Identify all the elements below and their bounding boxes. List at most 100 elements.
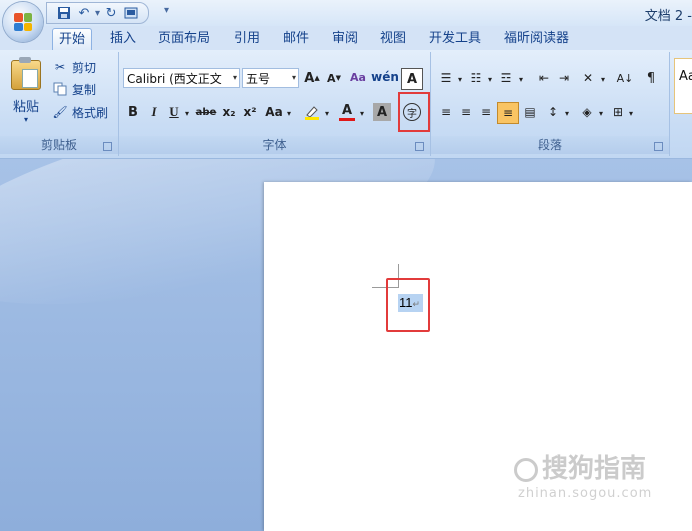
font-color-swatch — [339, 117, 355, 121]
superscript-button[interactable]: x² — [241, 102, 259, 122]
grow-font-button[interactable]: A ▲ — [303, 68, 321, 88]
title-bar: ↶ ▾ ↻ ▾ 文档 2 - — [0, 0, 692, 26]
redo-icon[interactable]: ↻ — [102, 4, 120, 22]
save-icon[interactable] — [55, 4, 73, 22]
sogou-logo-icon — [514, 457, 538, 482]
strikethrough-button[interactable]: abe — [195, 102, 217, 122]
numbering-dropdown-icon[interactable]: ▾ — [486, 69, 494, 89]
font-group-label: 字体 — [119, 136, 430, 154]
borders-dropdown-icon[interactable]: ▾ — [627, 103, 635, 123]
phonetic-guide-icon: wén — [371, 70, 399, 84]
change-case-dropdown-icon[interactable]: ▾ — [285, 103, 293, 123]
font-size-dropdown-icon[interactable]: ▾ — [292, 73, 296, 82]
format-painter-button[interactable]: 🖌 格式刷 — [52, 103, 108, 121]
enclose-characters-highlight-box — [398, 92, 430, 132]
align-left-icon[interactable]: ≡ — [437, 102, 455, 122]
format-painter-label: 格式刷 — [72, 105, 109, 120]
subscript-button[interactable]: x₂ — [220, 102, 238, 122]
increase-indent-icon[interactable]: ⇥ — [555, 68, 573, 88]
decrease-indent-icon[interactable]: ⇤ — [535, 68, 553, 88]
paragraph-group-label: 段落 — [431, 136, 669, 154]
highlight-button[interactable] — [301, 102, 323, 122]
line-spacing-icon[interactable]: ↕ — [543, 102, 563, 122]
chinese-layout-icon[interactable]: ✕ — [577, 68, 599, 88]
selected-text-highlight-box — [386, 278, 430, 332]
shrink-font-button[interactable]: A ▼ — [325, 68, 343, 88]
format-painter-icon: 🖌 — [52, 105, 68, 119]
customize-qat-icon[interactable]: ▾ — [164, 5, 169, 16]
tab-insert[interactable]: 插入 — [104, 28, 142, 50]
bullets-icon[interactable]: ☰ — [437, 68, 455, 88]
character-shading-button[interactable]: A — [373, 103, 391, 121]
underline-dropdown-icon[interactable]: ▾ — [182, 103, 192, 123]
font-size-combo[interactable]: 五号 ▾ — [242, 68, 299, 88]
borders-icon[interactable]: ⊞ — [609, 102, 627, 122]
office-logo-icon — [14, 13, 32, 31]
tab-developer[interactable]: 开发工具 — [423, 28, 487, 50]
distributed-icon[interactable]: ▤ — [521, 102, 539, 122]
tab-references[interactable]: 引用 — [228, 28, 266, 50]
clipboard-group-label: 剪贴板 — [0, 136, 118, 154]
ribbon-tabs: 开始 插入 页面布局 引用 邮件 审阅 视图 开发工具 福昕阅读器 — [0, 26, 692, 51]
ribbon: 粘贴 ▾ ✂ 剪切 复制 🖌 格式刷 剪贴板 Calibri (西文正文 ▾ 五… — [0, 50, 692, 159]
undo-icon[interactable]: ↶ — [75, 4, 93, 22]
highlight-dropdown-icon[interactable]: ▾ — [323, 103, 331, 123]
italic-button[interactable]: I — [147, 102, 161, 122]
align-right-icon[interactable]: ≡ — [477, 102, 495, 122]
document-workspace: 11↵ 搜狗指南 zhinan.sogou.com — [0, 159, 692, 531]
paragraph-launcher-icon[interactable] — [654, 142, 663, 151]
paste-dropdown-icon[interactable]: ▾ — [4, 115, 48, 124]
justify-icon[interactable]: ≡ — [497, 102, 519, 124]
cut-label: 剪切 — [72, 60, 97, 75]
multilevel-dropdown-icon[interactable]: ▾ — [517, 69, 525, 89]
clipboard-launcher-icon[interactable] — [103, 142, 112, 151]
bullets-dropdown-icon[interactable]: ▾ — [456, 69, 464, 89]
change-case-button[interactable]: Aa — [263, 102, 285, 122]
font-name-dropdown-icon[interactable]: ▾ — [233, 73, 237, 82]
clipboard-group: 粘贴 ▾ ✂ 剪切 复制 🖌 格式刷 剪贴板 — [0, 52, 119, 156]
cut-button[interactable]: ✂ 剪切 — [52, 58, 96, 76]
font-launcher-icon[interactable] — [415, 142, 424, 151]
sort-icon[interactable]: A↓ — [615, 68, 635, 88]
window-title: 文档 2 - — [644, 9, 692, 24]
highlighter-icon — [304, 104, 320, 120]
paragraph-group: ☰ ▾ ☷ ▾ ☲ ▾ ⇤ ⇥ ✕ ▾ A↓ ¶ ≡ ≡ ≡ ≡ ▤ ↕ ▾ ◈… — [431, 52, 670, 156]
paste-button[interactable]: 粘贴 ▾ — [4, 57, 48, 126]
tab-review[interactable]: 审阅 — [326, 28, 364, 50]
tab-foxit-reader[interactable]: 福昕阅读器 — [498, 28, 575, 50]
tab-mailings[interactable]: 邮件 — [277, 28, 315, 50]
shading-dropdown-icon[interactable]: ▾ — [597, 103, 605, 123]
font-color-dropdown-icon[interactable]: ▾ — [358, 103, 366, 123]
quick-styles-gallery[interactable]: Aa — [674, 58, 692, 114]
character-border-button[interactable]: A — [401, 68, 423, 90]
document-page[interactable]: 11↵ 搜狗指南 zhinan.sogou.com — [264, 182, 692, 531]
watermark-url: zhinan.sogou.com — [518, 486, 653, 501]
quick-access-toolbar: ↶ ▾ ↻ — [46, 2, 150, 24]
tab-view[interactable]: 视图 — [374, 28, 412, 50]
undo-dropdown-icon[interactable]: ▾ — [95, 8, 100, 19]
underline-button[interactable]: U — [167, 102, 181, 122]
office-button[interactable] — [3, 2, 43, 42]
shading-icon[interactable]: ◈ — [577, 102, 597, 122]
tab-home[interactable]: 开始 — [52, 28, 93, 51]
clear-formatting-icon: Aa — [350, 70, 366, 84]
numbering-icon[interactable]: ☷ — [467, 68, 485, 88]
font-name-combo[interactable]: Calibri (西文正文 ▾ — [123, 68, 240, 88]
scissors-icon: ✂ — [54, 60, 66, 74]
tab-page-layout[interactable]: 页面布局 — [152, 28, 216, 50]
phonetic-guide-button[interactable]: wén — [371, 67, 399, 87]
show-formatting-marks-icon[interactable]: ¶ — [641, 68, 661, 88]
align-center-icon[interactable]: ≡ — [457, 102, 475, 122]
copy-icon — [52, 81, 68, 97]
copy-button[interactable]: 复制 — [52, 80, 96, 98]
multilevel-list-icon[interactable]: ☲ — [497, 68, 515, 88]
font-group: Calibri (西文正文 ▾ 五号 ▾ A ▲ A ▼ Aa wén A B I … — [119, 52, 431, 156]
clear-formatting-button[interactable]: Aa — [347, 67, 369, 87]
chinese-layout-dropdown-icon[interactable]: ▾ — [599, 69, 607, 89]
line-spacing-dropdown-icon[interactable]: ▾ — [563, 103, 571, 123]
paste-icon — [11, 57, 41, 90]
font-color-button[interactable]: A — [337, 102, 357, 122]
bold-button[interactable]: B — [125, 102, 141, 122]
print-preview-icon[interactable] — [122, 4, 140, 22]
style-preview: Aa — [679, 69, 692, 84]
